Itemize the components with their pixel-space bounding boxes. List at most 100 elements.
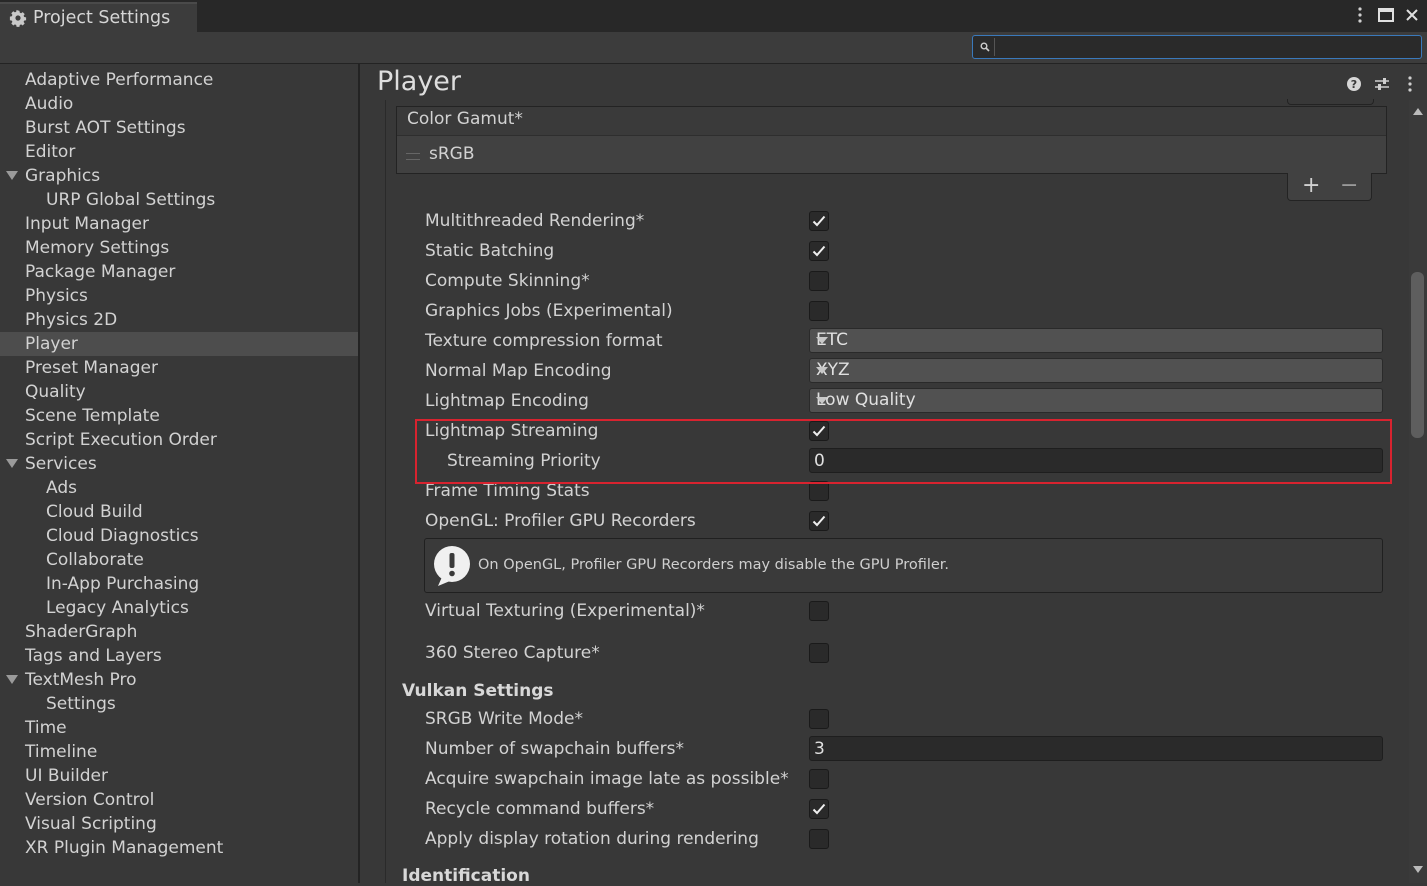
sidebar-item[interactable]: Version Control	[0, 788, 358, 812]
graphics-jobs-checkbox[interactable]	[809, 301, 829, 321]
close-icon[interactable]	[1403, 6, 1421, 24]
chevron-down-icon	[816, 397, 828, 404]
sidebar-item-label: Editor	[25, 142, 76, 162]
sidebar-item-label: Tags and Layers	[25, 646, 162, 666]
setting-label: Apply display rotation during rendering	[425, 829, 759, 849]
svg-text:?: ?	[1351, 78, 1357, 91]
sidebar-item[interactable]: Physics	[0, 284, 358, 308]
page-title: Player	[377, 66, 462, 97]
sidebar-item[interactable]: Ads	[0, 476, 358, 500]
scroll-down-icon[interactable]	[1413, 866, 1423, 873]
sidebar-item[interactable]: Memory Settings	[0, 236, 358, 260]
normal-map-dropdown[interactable]: XYZ	[809, 358, 1383, 383]
color-gamut-header: Color Gamut*	[397, 107, 1386, 136]
list-item[interactable]: sRGB	[397, 143, 1386, 169]
sidebar-item[interactable]: Graphics	[0, 164, 358, 188]
compute-skinning-checkbox[interactable]	[809, 271, 829, 291]
display-rotation-checkbox[interactable]	[809, 829, 829, 849]
sidebar-item[interactable]: Quality	[0, 380, 358, 404]
gear-icon	[9, 9, 27, 27]
swapchain-buffers-input[interactable]	[814, 738, 1374, 759]
project-settings-tab[interactable]: Project Settings	[0, 2, 197, 32]
sidebar-item[interactable]: Burst AOT Settings	[0, 116, 358, 140]
lightmap-encoding-dropdown[interactable]: Low Quality	[809, 388, 1383, 413]
stereo-capture-checkbox[interactable]	[809, 643, 829, 663]
expanded-arrow-icon[interactable]	[6, 164, 20, 188]
sidebar-item[interactable]: Collaborate	[0, 548, 358, 572]
sidebar-item-label: Visual Scripting	[25, 814, 157, 834]
tab-title: Project Settings	[33, 8, 171, 28]
sidebar-item-label: XR Plugin Management	[25, 838, 224, 858]
sidebar-item-label: Time	[25, 718, 67, 738]
setting-row-texture-compression: Texture compression format ETC	[425, 328, 1385, 354]
expanded-arrow-icon[interactable]	[6, 452, 20, 476]
sidebar-item[interactable]: TextMesh Pro	[0, 668, 358, 692]
search-field[interactable]	[972, 35, 1422, 59]
setting-row-multithreaded: Multithreaded Rendering*	[425, 208, 1385, 234]
sidebar-item[interactable]: XR Plugin Management	[0, 836, 358, 860]
static-batching-checkbox[interactable]	[809, 241, 829, 261]
scroll-up-icon[interactable]	[1413, 108, 1423, 115]
sidebar-item[interactable]: Time	[0, 716, 358, 740]
texture-compression-dropdown[interactable]: ETC	[809, 328, 1383, 353]
drag-handle-icon[interactable]	[406, 153, 420, 160]
sidebar-item-label: Cloud Build	[46, 502, 143, 522]
sidebar-item[interactable]: Player	[0, 332, 358, 356]
sidebar-item[interactable]: Tags and Layers	[0, 644, 358, 668]
sidebar-item-label: Collaborate	[46, 550, 144, 570]
virtual-texturing-checkbox[interactable]	[809, 601, 829, 621]
scrollbar[interactable]	[1409, 100, 1427, 883]
search-icon	[976, 38, 995, 56]
setting-label: Normal Map Encoding	[425, 361, 612, 381]
sidebar-item[interactable]: URP Global Settings	[0, 188, 358, 212]
setting-row-acquire-late: Acquire swapchain image late as possible…	[425, 766, 1385, 792]
sidebar-item[interactable]: Preset Manager	[0, 356, 358, 380]
setting-label: Compute Skinning*	[425, 271, 590, 291]
sidebar-item[interactable]: Legacy Analytics	[0, 596, 358, 620]
sidebar-item[interactable]: Services	[0, 452, 358, 476]
remove-entry-button[interactable]: −	[1340, 173, 1358, 198]
sidebar-item[interactable]: Editor	[0, 140, 358, 164]
multithreaded-checkbox[interactable]	[809, 211, 829, 231]
sidebar-item[interactable]: Timeline	[0, 740, 358, 764]
sidebar-item-label: Memory Settings	[25, 238, 170, 258]
maximize-icon[interactable]	[1377, 6, 1395, 24]
section-identification[interactable]: Identification	[402, 866, 530, 886]
srgb-write-checkbox[interactable]	[809, 709, 829, 729]
sidebar-item-label: In-App Purchasing	[46, 574, 200, 594]
expanded-arrow-icon[interactable]	[6, 668, 20, 692]
sidebar-item[interactable]: Audio	[0, 92, 358, 116]
sidebar-item[interactable]: Visual Scripting	[0, 812, 358, 836]
swapchain-buffers-field[interactable]	[809, 736, 1383, 761]
presets-icon[interactable]	[1373, 75, 1391, 93]
sidebar-item[interactable]: Scene Template	[0, 404, 358, 428]
sidebar-item[interactable]: Cloud Build	[0, 500, 358, 524]
frame-timing-checkbox[interactable]	[809, 481, 829, 501]
list-footer: + −	[1287, 173, 1372, 201]
add-entry-button[interactable]: +	[1302, 173, 1320, 198]
scroll-thumb[interactable]	[1411, 272, 1424, 438]
search-input[interactable]	[997, 37, 1421, 59]
sidebar-item[interactable]: Cloud Diagnostics	[0, 524, 358, 548]
highlight-box	[415, 419, 1392, 484]
sidebar-item[interactable]: In-App Purchasing	[0, 572, 358, 596]
setting-label: Texture compression format	[425, 331, 663, 351]
help-icon[interactable]: ?	[1345, 75, 1363, 93]
recycle-buffers-checkbox[interactable]	[809, 799, 829, 819]
setting-row-display-rotation: Apply display rotation during rendering	[425, 826, 1385, 852]
sidebar-item[interactable]: UI Builder	[0, 764, 358, 788]
setting-label: Virtual Texturing (Experimental)*	[425, 601, 705, 621]
sidebar-item[interactable]: Script Execution Order	[0, 428, 358, 452]
section-vulkan-settings[interactable]: Vulkan Settings	[402, 681, 554, 701]
acquire-late-checkbox[interactable]	[809, 769, 829, 789]
more-icon[interactable]	[1351, 6, 1369, 24]
sidebar-item[interactable]: Settings	[0, 692, 358, 716]
sidebar-item[interactable]: Input Manager	[0, 212, 358, 236]
sidebar-item[interactable]: Package Manager	[0, 260, 358, 284]
more-icon[interactable]	[1401, 75, 1419, 93]
sidebar-item[interactable]: Physics 2D	[0, 308, 358, 332]
sidebar-item[interactable]: ShaderGraph	[0, 620, 358, 644]
sidebar-item[interactable]: Adaptive Performance	[0, 68, 358, 92]
opengl-recorders-checkbox[interactable]	[809, 511, 829, 531]
settings-sidebar: Adaptive Performance Audio Burst AOT Setti…	[0, 64, 360, 883]
